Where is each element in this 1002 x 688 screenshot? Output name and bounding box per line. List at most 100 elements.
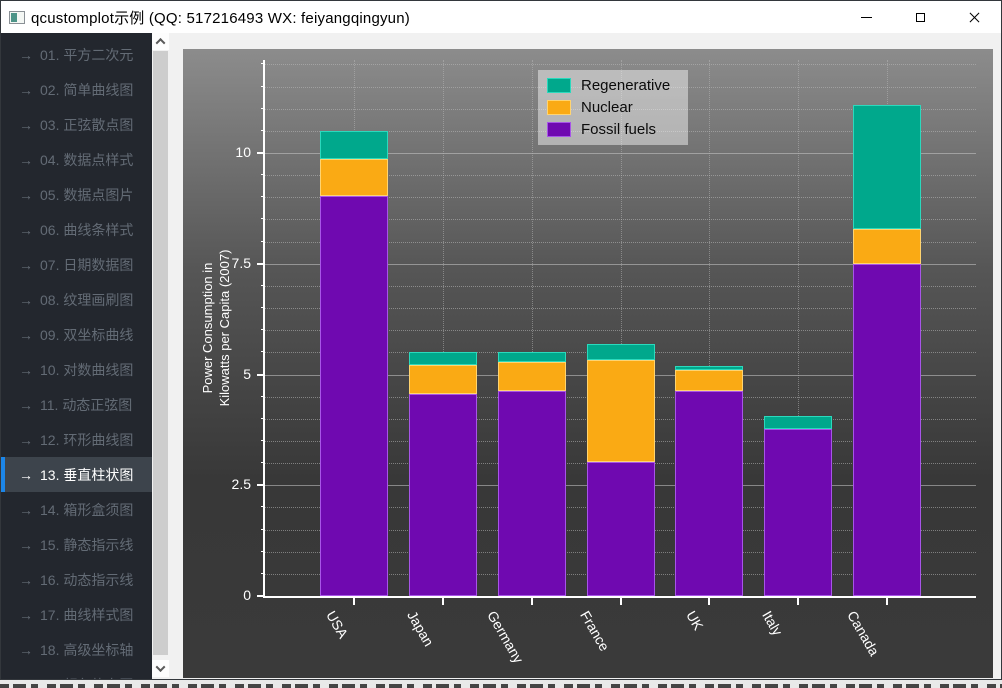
legend-item-regenerative: Regenerative <box>547 77 670 94</box>
scroll-down-button[interactable] <box>152 660 169 677</box>
x-tick-mark <box>442 598 444 605</box>
bar-segment-germany-fossil-fuels <box>498 391 566 596</box>
sidebar-item-01[interactable]: → 01. 平方二次元 <box>1 37 152 72</box>
sidebar-item-label: 08. 纹理画刷图 <box>40 290 133 310</box>
arrow-right-icon: → <box>19 572 33 588</box>
x-tick-label-japan: Japan <box>404 608 437 649</box>
sidebar-item-label: 09. 双坐标曲线 <box>40 325 133 345</box>
maximize-icon <box>916 13 925 22</box>
scroll-up-button[interactable] <box>152 33 169 50</box>
close-icon <box>969 12 980 23</box>
sidebar-item-08[interactable]: → 08. 纹理画刷图 <box>1 282 152 317</box>
legend-item-nuclear: Nuclear <box>547 99 670 116</box>
arrow-right-icon: → <box>19 607 33 623</box>
minimize-button[interactable] <box>839 1 893 33</box>
legend-label: Fossil fuels <box>581 121 656 138</box>
bar-segment-uk-fossil-fuels <box>675 391 743 596</box>
arrow-right-icon: → <box>19 47 33 63</box>
sidebar-item-label: 18. 高级坐标轴 <box>40 640 133 660</box>
x-tick-label-usa: USA <box>323 608 351 641</box>
arrow-right-icon: → <box>19 292 33 308</box>
arrow-right-icon: → <box>19 537 33 553</box>
bar-segment-canada-regenerative <box>853 105 921 229</box>
arrow-right-icon: → <box>19 222 33 238</box>
legend-swatch-nuclear <box>547 100 571 115</box>
bar-segment-usa-regenerative <box>320 131 388 159</box>
sidebar-item-12[interactable]: →12. 环形曲线图 <box>1 422 152 457</box>
sidebar-item-15[interactable]: →15. 静态指示线 <box>1 527 152 562</box>
sidebar-item-label: 14. 箱形盒须图 <box>40 500 133 520</box>
sidebar-menu: →01. 平方二次元→02. 简单曲线图→03. 正弦散点图→04. 数据点样式… <box>1 33 152 679</box>
close-button[interactable] <box>947 1 1001 33</box>
sidebar-item-04[interactable]: → 04. 数据点样式 <box>1 142 152 177</box>
arrow-right-icon: → <box>19 117 33 133</box>
sidebar-item-05[interactable]: →05. 数据点图片 <box>1 177 152 212</box>
sidebar-item-09[interactable]: → 09. 双坐标曲线 <box>1 317 152 352</box>
bar-segment-japan-fossil-fuels <box>409 394 477 596</box>
legend-label: Regenerative <box>581 77 670 94</box>
sidebar-item-label: 01. 平方二次元 <box>40 45 133 65</box>
sidebar-item-03[interactable]: → 03. 正弦散点图 <box>1 107 152 142</box>
bar-segment-usa-nuclear <box>320 159 388 196</box>
bar-segment-uk-nuclear <box>675 370 743 391</box>
main-panel: 02.557.510USAJapanGermanyFranceUKItalyCa… <box>169 33 1001 679</box>
x-tick-label-canada: Canada <box>844 608 882 658</box>
x-tick-label-uk: UK <box>683 608 707 633</box>
sidebar-item-11[interactable]: →11. 动态正弦图 <box>1 387 152 422</box>
arrow-right-icon: → <box>19 677 33 680</box>
x-tick-label-italy: Italy <box>759 608 786 638</box>
bar-segment-france-fossil-fuels <box>587 462 655 596</box>
sidebar-item-label: 03. 正弦散点图 <box>40 115 133 135</box>
sidebar-item-18[interactable]: →18. 高级坐标轴 <box>1 632 152 667</box>
arrow-right-icon: → <box>19 432 33 448</box>
bar-segment-japan-regenerative <box>409 352 477 364</box>
sidebar-item-13[interactable]: →13. 垂直柱状图 <box>1 457 152 492</box>
bar-segment-italy-regenerative <box>764 416 832 429</box>
bar-segment-france-nuclear <box>587 360 655 463</box>
chevron-up-icon <box>156 38 166 48</box>
y-axis-title: Power Consumption inKilowatts per Capita… <box>199 60 233 596</box>
sidebar-item-06[interactable]: → 06. 曲线条样式 <box>1 212 152 247</box>
clipped-window-text <box>0 680 1002 688</box>
sidebar-item-17[interactable]: → 17. 曲线样式图 <box>1 597 152 632</box>
x-tick-mark <box>886 598 888 605</box>
x-tick-label-germany: Germany <box>484 608 527 666</box>
x-tick-mark <box>620 598 622 605</box>
sidebar-item-14[interactable]: →14. 箱形盒须图 <box>1 492 152 527</box>
bar-segment-canada-nuclear <box>853 229 921 264</box>
bar-segment-usa-fossil-fuels <box>320 196 388 596</box>
arrow-right-icon: → <box>19 467 33 483</box>
y-axis-line <box>263 60 265 598</box>
x-tick-mark <box>353 598 355 605</box>
scrollbar-thumb[interactable] <box>153 51 168 655</box>
arrow-right-icon: → <box>19 327 33 343</box>
legend-label: Nuclear <box>581 99 633 116</box>
sidebar-item-label: 02. 简单曲线图 <box>40 80 133 100</box>
sidebar-item-label: 04. 数据点样式 <box>40 150 133 170</box>
title-bar: qcustomplot示例 (QQ: 517216493 WX: feiyang… <box>1 1 1001 33</box>
chart-legend: Regenerative Nuclear Fossil fuels <box>538 70 688 145</box>
sidebar-item-label: 17. 曲线样式图 <box>40 605 133 625</box>
sidebar-item-10[interactable]: →10. 对数曲线图 <box>1 352 152 387</box>
sidebar-item-02[interactable]: →02. 简单曲线图 <box>1 72 152 107</box>
app-window: qcustomplot示例 (QQ: 517216493 WX: feiyang… <box>0 0 1002 680</box>
x-tick-mark <box>708 598 710 605</box>
maximize-button[interactable] <box>893 1 947 33</box>
sidebar-item-16[interactable]: →16. 动态指示线 <box>1 562 152 597</box>
arrow-right-icon: → <box>19 152 33 168</box>
x-tick-mark <box>531 598 533 605</box>
sidebar-item-07[interactable]: →07. 日期数据图 <box>1 247 152 282</box>
chart-canvas[interactable]: 02.557.510USAJapanGermanyFranceUKItalyCa… <box>183 49 993 678</box>
sidebar-item-19[interactable]: → 19. 颜色热力图 <box>1 667 152 679</box>
chevron-down-icon <box>156 662 166 672</box>
arrow-right-icon: → <box>19 397 33 413</box>
sidebar-item-label: 06. 曲线条样式 <box>40 220 133 240</box>
x-tick-mark <box>797 598 799 605</box>
sidebar-item-label: 05. 数据点图片 <box>40 185 133 205</box>
bar-segment-germany-nuclear <box>498 362 566 391</box>
legend-item-fossil-fuels: Fossil fuels <box>547 121 670 138</box>
legend-swatch-regenerative <box>547 78 571 93</box>
sidebar-scrollbar[interactable] <box>152 33 169 679</box>
arrow-right-icon: → <box>19 257 33 273</box>
sidebar-item-label: 19. 颜色热力图 <box>40 675 133 680</box>
